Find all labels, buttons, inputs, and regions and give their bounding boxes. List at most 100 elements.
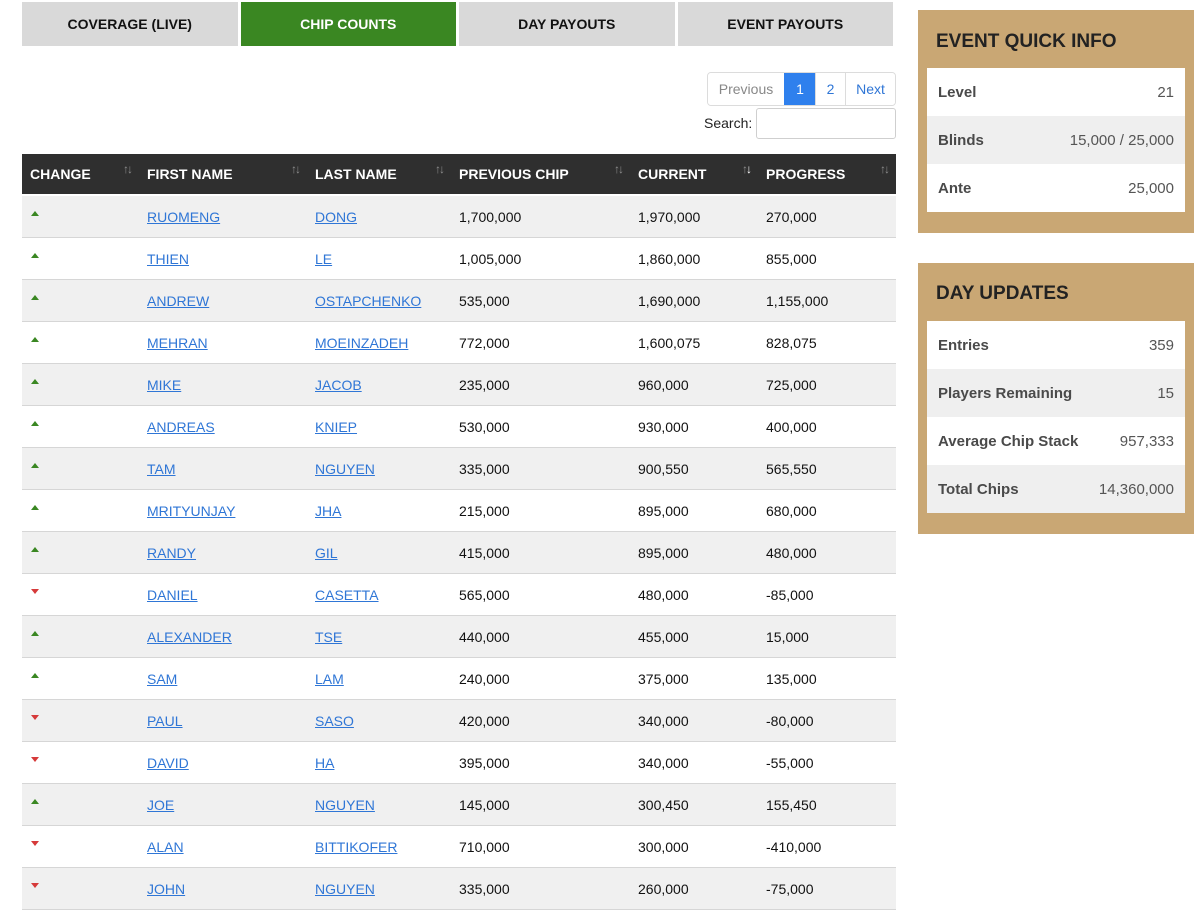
table-row: ANDREW OSTAPCHENKO 535,000 1,690,000 1,155,0… <box>22 280 896 322</box>
cell-progress: 155,450 <box>766 796 817 813</box>
tab-event-payouts[interactable]: EVENT PAYOUTS <box>677 2 893 46</box>
player-last-name-link[interactable]: TSE <box>315 629 342 645</box>
cell-progress: 15,000 <box>766 628 809 645</box>
pagination-page-1[interactable]: 1 <box>784 73 815 105</box>
player-first-name-link[interactable]: ANDREAS <box>147 419 215 435</box>
cell-first-name: TAM <box>139 448 307 489</box>
cell-first-name: JOE <box>139 784 307 825</box>
cell-first-name: ANDREAS <box>139 406 307 447</box>
table-row: MIKE JACOB 235,000 960,000 725,000 <box>22 364 896 406</box>
table-row: JOHN NGUYEN 335,000 260,000 -75,000 <box>22 868 896 910</box>
column-header-current[interactable]: CURRENT ↑↓ <box>630 154 758 194</box>
table-row: THIEN LE 1,005,000 1,860,000 855,000 <box>22 238 896 280</box>
tab-bar: COVERAGE (LIVE) CHIP COUNTS DAY PAYOUTS … <box>22 2 893 46</box>
sort-desc-icon: ↑↓ <box>742 162 752 176</box>
player-first-name-link[interactable]: MIKE <box>147 377 181 393</box>
info-row-blinds: Blinds 15,000 / 25,000 <box>927 116 1185 164</box>
cell-progress: -80,000 <box>766 712 814 729</box>
event-quick-info-panel: EVENT QUICK INFO Level 21 Blinds 15,000 … <box>918 10 1194 233</box>
player-last-name-link[interactable]: LAM <box>315 671 344 687</box>
cell-progress: 725,000 <box>766 376 817 393</box>
cell-previous-chip: 235,000 <box>459 376 510 393</box>
column-header-previous-chip[interactable]: PREVIOUS CHIP ↑↓ <box>451 154 630 194</box>
tab-coverage-live[interactable]: COVERAGE (LIVE) <box>22 2 238 46</box>
player-first-name-link[interactable]: ANDREW <box>147 293 209 309</box>
cell-progress: 135,000 <box>766 670 817 687</box>
cell-current: 480,000 <box>638 586 689 603</box>
player-last-name-link[interactable]: JHA <box>315 503 341 519</box>
player-first-name-link[interactable]: TAM <box>147 461 176 477</box>
cell-current: 1,970,000 <box>638 208 701 225</box>
tab-chip-counts[interactable]: CHIP COUNTS <box>240 2 456 46</box>
player-last-name-link[interactable]: GIL <box>315 545 338 561</box>
column-header-label: PREVIOUS CHIP <box>459 166 569 182</box>
player-first-name-link[interactable]: MRITYUNJAY <box>147 503 235 519</box>
player-last-name-link[interactable]: DONG <box>315 209 357 225</box>
info-label: Total Chips <box>938 480 1019 498</box>
player-first-name-link[interactable]: ALEXANDER <box>147 629 232 645</box>
player-last-name-link[interactable]: HA <box>315 755 334 771</box>
tab-day-payouts[interactable]: DAY PAYOUTS <box>459 2 675 46</box>
player-last-name-link[interactable]: BITTIKOFER <box>315 839 397 855</box>
table-row: DAVID HA 395,000 340,000 -55,000 <box>22 742 896 784</box>
player-first-name-link[interactable]: SAM <box>147 671 177 687</box>
cell-current: 340,000 <box>638 754 689 771</box>
cell-progress: 480,000 <box>766 544 817 561</box>
panel-body: Entries 359 Players Remaining 15 Average… <box>927 321 1185 513</box>
player-first-name-link[interactable]: RANDY <box>147 545 196 561</box>
player-last-name-link[interactable]: MOEINZADEH <box>315 335 408 351</box>
player-last-name-link[interactable]: NGUYEN <box>315 461 375 477</box>
pagination-next-button[interactable]: Next <box>845 73 895 105</box>
cell-previous-chip: 420,000 <box>459 712 510 729</box>
cell-first-name: ALAN <box>139 826 307 867</box>
increase-arrow-icon <box>31 463 39 468</box>
column-header-last-name[interactable]: LAST NAME ↑↓ <box>307 154 451 194</box>
player-first-name-link[interactable]: JOHN <box>147 881 185 897</box>
player-first-name-link[interactable]: MEHRAN <box>147 335 208 351</box>
player-first-name-link[interactable]: THIEN <box>147 251 189 267</box>
player-first-name-link[interactable]: JOE <box>147 797 174 813</box>
cell-current: 900,550 <box>638 460 689 477</box>
player-last-name-link[interactable]: NGUYEN <box>315 881 375 897</box>
cell-first-name: MIKE <box>139 364 307 405</box>
cell-previous-chip: 565,000 <box>459 586 510 603</box>
player-first-name-link[interactable]: DAVID <box>147 755 189 771</box>
cell-current: 260,000 <box>638 880 689 897</box>
player-first-name-link[interactable]: PAUL <box>147 713 183 729</box>
search-input[interactable] <box>756 108 896 139</box>
info-value: 25,000 <box>1128 179 1174 197</box>
player-last-name-link[interactable]: KNIEP <box>315 419 357 435</box>
player-last-name-link[interactable]: NGUYEN <box>315 797 375 813</box>
table-row: RUOMENG DONG 1,700,000 1,970,000 270,000 <box>22 196 896 238</box>
table-row: MRITYUNJAY JHA 215,000 895,000 680,000 <box>22 490 896 532</box>
column-header-progress[interactable]: PROGRESS ↑↓ <box>758 154 896 194</box>
cell-first-name: MRITYUNJAY <box>139 490 307 531</box>
info-value: 14,360,000 <box>1098 480 1174 498</box>
cell-previous-chip: 710,000 <box>459 838 510 855</box>
player-first-name-link[interactable]: DANIEL <box>147 587 198 603</box>
player-last-name-link[interactable]: LE <box>315 251 332 267</box>
player-last-name-link[interactable]: OSTAPCHENKO <box>315 293 421 309</box>
cell-current: 930,000 <box>638 418 689 435</box>
player-last-name-link[interactable]: JACOB <box>315 377 362 393</box>
column-header-first-name[interactable]: FIRST NAME ↑↓ <box>139 154 307 194</box>
player-first-name-link[interactable]: ALAN <box>147 839 184 855</box>
info-value: 359 <box>1148 336 1174 354</box>
cell-first-name: DAVID <box>139 742 307 783</box>
player-last-name-link[interactable]: CASETTA <box>315 587 379 603</box>
sort-icon: ↑↓ <box>291 162 301 176</box>
cell-current: 960,000 <box>638 376 689 393</box>
cell-progress: 400,000 <box>766 418 817 435</box>
increase-arrow-icon <box>31 379 39 384</box>
column-header-change[interactable]: CHANGE ↑↓ <box>22 154 139 194</box>
player-first-name-link[interactable]: RUOMENG <box>147 209 220 225</box>
player-last-name-link[interactable]: SASO <box>315 713 354 729</box>
info-label: Blinds <box>938 131 984 149</box>
cell-change <box>22 448 139 489</box>
cell-last-name: CASETTA <box>307 574 451 615</box>
pagination-page-2[interactable]: 2 <box>815 73 845 105</box>
increase-arrow-icon <box>31 631 39 636</box>
chip-counts-table: CHANGE ↑↓ FIRST NAME ↑↓ LAST NAME ↑↓ PRE… <box>22 154 896 910</box>
cell-change <box>22 532 139 573</box>
pagination-previous-button[interactable]: Previous <box>708 73 784 105</box>
